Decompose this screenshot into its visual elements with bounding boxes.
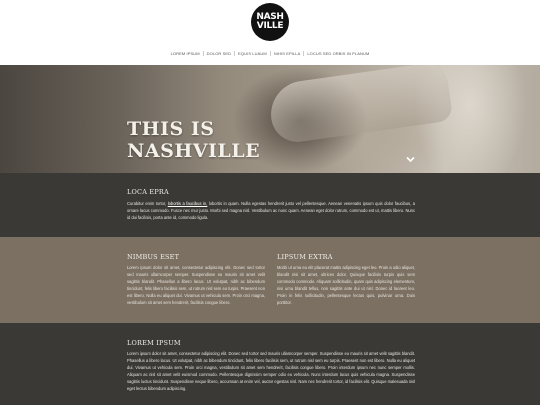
hero-banner: [0, 65, 540, 173]
hero-title-line-2: NASHVILLE: [127, 140, 261, 162]
hero-title: THIS IS NASHVILLE: [127, 118, 260, 162]
chevron-down-icon[interactable]: [406, 156, 415, 163]
hero-title-line-1: THIS IS: [127, 118, 215, 140]
nav-item-locus-sed[interactable]: LOCUS SED ORBIS IN PLANUM: [304, 51, 372, 56]
section-body: Lorem ipsum dolor sit amet, consectetur …: [127, 351, 415, 392]
nav-item-dolor-sed[interactable]: DOLOR SED: [204, 51, 234, 56]
inline-link[interactable]: lobortis a faucibus in,: [168, 201, 208, 206]
section-columns: NIMBUS ESET Lorem ipsum dolor sit amet, …: [0, 237, 540, 323]
main-nav: LOREM IPSUM DOLOR SED EQUIS LUAUM NIHIS …: [0, 48, 540, 58]
nav-item-nihis-epilla[interactable]: NIHIS EPILLA: [271, 51, 304, 56]
section-lorem-ipsum: LOREM IPSUM Lorem ipsum dolor sit amet, …: [0, 323, 540, 405]
left-column-body: Lorem ipsum dolor sit amet, consectetur …: [127, 265, 265, 306]
left-column-title: NIMBUS ESET: [127, 253, 180, 261]
right-column-body: Morbi ut urna eu elit placerat mattis ad…: [277, 265, 415, 306]
nashville-logo[interactable]: NASH VILLE: [251, 3, 289, 41]
section-title: LOCA EPRA: [127, 188, 169, 196]
section-title: LOREM IPSUM: [127, 339, 181, 347]
nav-item-lorem-ipsum[interactable]: LOREM IPSUM: [168, 51, 203, 56]
right-column-title: LIPSUM EXTRA: [277, 253, 333, 261]
body-text-start: Curabitur enim tortor,: [127, 201, 168, 206]
site-header: NASH VILLE LOREM IPSUM DOLOR SED EQUIS L…: [0, 0, 540, 65]
section-body: Curabitur enim tortor, lobortis a faucib…: [127, 200, 415, 221]
hero-photo-highlight: [266, 65, 454, 146]
logo-line-2: VILLE: [256, 21, 284, 31]
section-loca-epra: LOCA EPRA Curabitur enim tortor, loborti…: [0, 173, 540, 237]
nav-item-equis-luaum[interactable]: EQUIS LUAUM: [235, 51, 270, 56]
